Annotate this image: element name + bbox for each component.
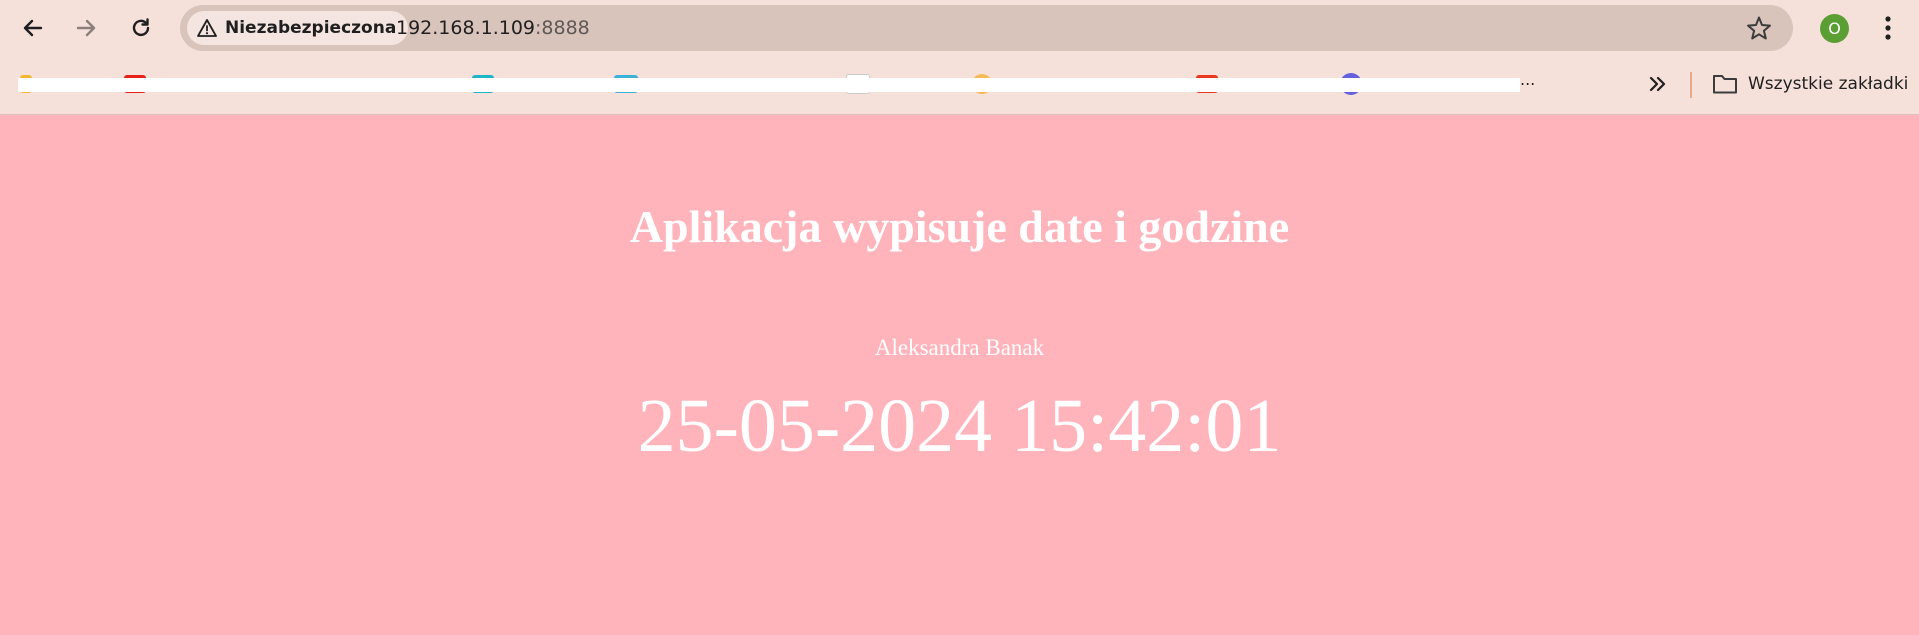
browser-menu-button[interactable] (1870, 10, 1906, 46)
reload-icon (132, 18, 150, 37)
bookmarks-overflow-button[interactable] (1644, 70, 1670, 98)
double-chevron-right-icon (1649, 76, 1666, 92)
browser-toolbar: Niezabezpieczona 192.168.1.109:8888 O (0, 0, 1919, 56)
datetime-display: 25-05-2024 15:42:01 (637, 384, 1282, 468)
profile-avatar[interactable]: O (1820, 14, 1849, 43)
star-icon (1747, 16, 1771, 40)
url-port: :8888 (535, 17, 590, 39)
bookmarks-ellipsis: ... (1520, 70, 1536, 89)
page-title: Aplikacja wypisuje date i godzine (629, 201, 1290, 252)
folder-icon (1713, 75, 1737, 94)
all-bookmarks-button[interactable]: Wszystkie zakładki (1712, 70, 1908, 98)
url-host: 192.168.1.109 (396, 17, 536, 39)
reload-button[interactable] (121, 8, 161, 48)
arrow-left-icon (23, 19, 43, 37)
more-vertical-icon (1885, 16, 1891, 40)
all-bookmarks-label: Wszystkie zakładki (1748, 74, 1909, 94)
bookmarks-divider (1690, 72, 1692, 98)
bookmark-star-button[interactable] (1745, 14, 1773, 42)
warning-icon (197, 19, 217, 37)
redacted-bookmarks-overlay (18, 78, 1520, 92)
forward-button[interactable] (66, 8, 106, 48)
back-button[interactable] (13, 8, 53, 48)
author-name: Aleksandra Banak (874, 335, 1045, 360)
bookmarks-bar: ... Wszystkie zakładki (0, 56, 1919, 114)
url-text[interactable]: 192.168.1.109:8888 (396, 5, 590, 51)
address-bar[interactable]: Niezabezpieczona 192.168.1.109:8888 (180, 5, 1793, 51)
security-indicator[interactable]: Niezabezpieczona (187, 11, 409, 45)
security-label: Niezabezpieczona (225, 18, 397, 38)
arrow-right-icon (76, 19, 96, 37)
page-content: Aplikacja wypisuje date i godzine Aleksa… (0, 115, 1919, 635)
browser-chrome: Niezabezpieczona 192.168.1.109:8888 O .… (0, 0, 1919, 115)
profile-initial: O (1828, 19, 1841, 38)
